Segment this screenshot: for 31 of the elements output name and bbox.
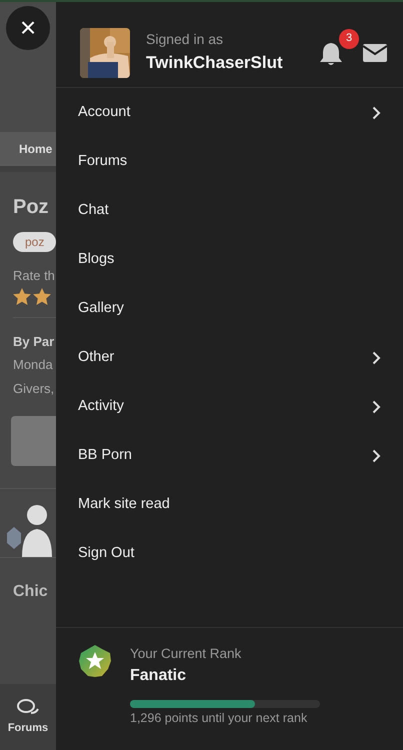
star-icon[interactable] <box>33 288 51 304</box>
menu-item[interactable]: Other <box>56 333 403 382</box>
close-button[interactable]: × <box>6 6 50 50</box>
card-background <box>11 416 56 466</box>
page-title: Poz <box>13 195 50 220</box>
menu-item[interactable]: Activity <box>56 382 403 431</box>
category-text: Givers, <box>13 380 56 398</box>
rank-name: Fanatic <box>130 666 188 686</box>
post-date: Monda <box>13 356 54 374</box>
menu-item[interactable]: BB Porn <box>56 431 403 480</box>
menu-item[interactable]: Account <box>56 88 403 137</box>
author-name: By Par <box>13 332 56 351</box>
bell-icon[interactable] <box>319 40 343 66</box>
menu-item[interactable]: Mark site read <box>56 480 403 529</box>
menu-item[interactable]: Chat <box>56 186 403 235</box>
username[interactable]: TwinkChaserSlut <box>146 50 319 76</box>
menu-item[interactable]: Blogs <box>56 235 403 284</box>
points-text: 1,296 points until your next rank <box>130 710 308 728</box>
menu-item[interactable]: Sign Out <box>56 529 403 578</box>
signed-in-label: Signed in as <box>146 30 224 50</box>
notification-count: 3 <box>339 28 359 48</box>
menu-item[interactable]: Gallery <box>56 284 403 333</box>
mail-icon[interactable] <box>363 44 387 62</box>
star-icon[interactable] <box>13 288 31 304</box>
rating-label: Rate th <box>13 267 56 285</box>
breadcrumb-link[interactable]: Home <box>0 132 56 172</box>
menu-item[interactable]: Forums <box>56 137 403 186</box>
rank-label: Your Current Rank <box>130 645 242 663</box>
topic-title: Chic <box>12 582 49 602</box>
star-badge-icon <box>78 644 112 678</box>
tab-label[interactable]: Forums <box>8 720 48 736</box>
